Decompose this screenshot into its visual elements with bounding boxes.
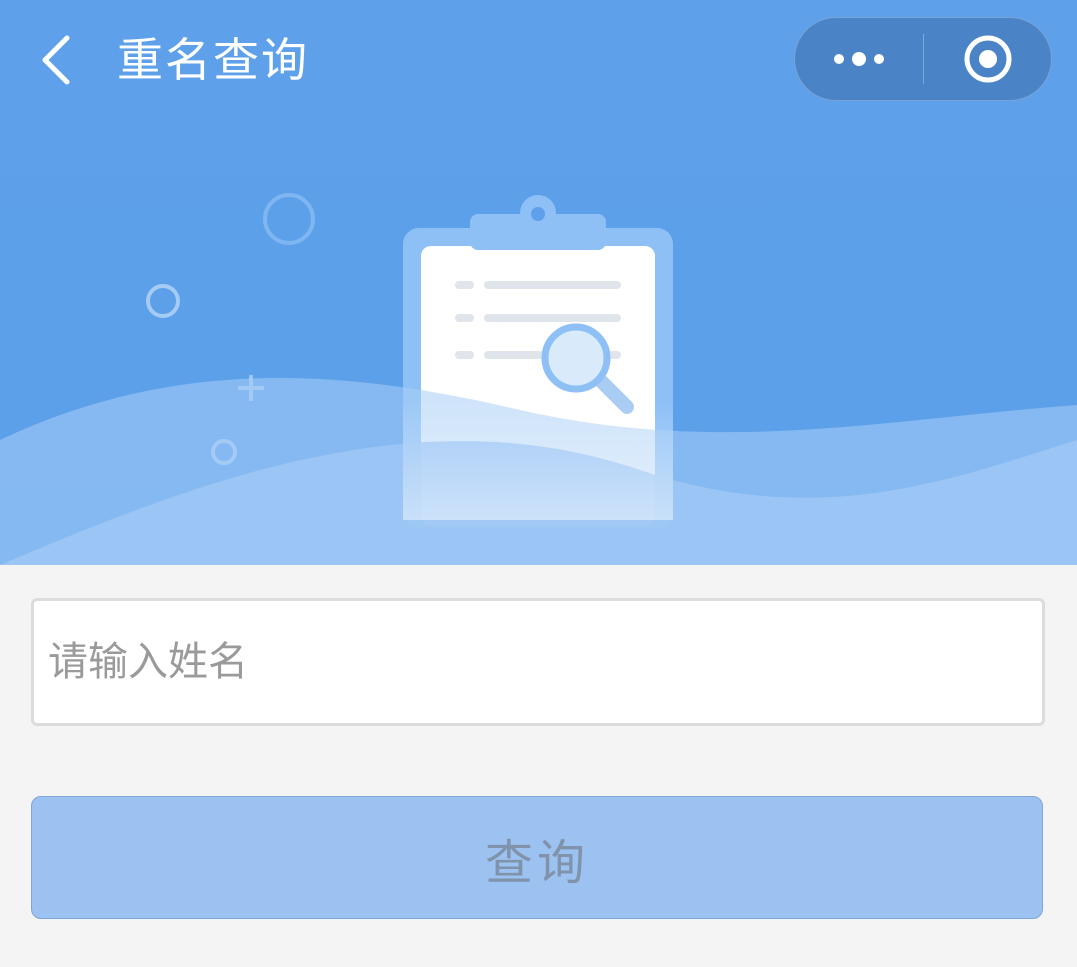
header-banner: 重名查询 [0,0,1077,565]
navigation-bar: 重名查询 [0,0,1077,120]
back-button[interactable] [26,24,88,96]
name-input[interactable] [31,598,1045,726]
bubble-decoration [146,284,180,318]
page-title: 重名查询 [117,33,309,87]
close-button[interactable] [925,18,1051,100]
chevron-left-icon [42,35,70,85]
capsule-divider [923,34,924,84]
target-circle-icon [964,35,1012,83]
bubble-decoration [263,193,315,245]
more-dots-icon [834,52,884,66]
mini-program-capsule [794,17,1052,101]
query-form: 查询 [0,565,1077,967]
query-button[interactable]: 查询 [31,796,1043,919]
more-button[interactable] [795,18,923,100]
